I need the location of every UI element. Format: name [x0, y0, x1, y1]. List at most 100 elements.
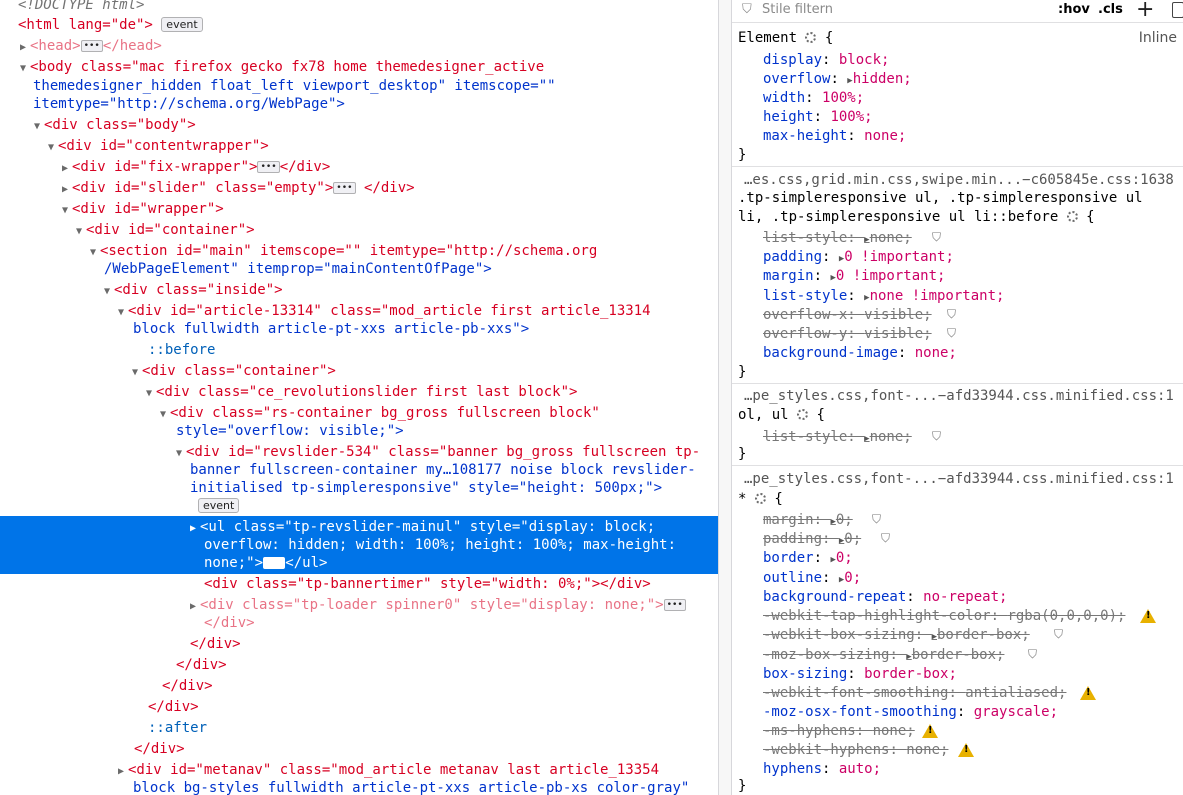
filter-rules-icon[interactable]: ⛉ — [881, 531, 890, 546]
metanav-node[interactable]: ▶ <div id="metanav" class="mod_article me… — [118, 761, 718, 780]
expand-triangle-icon[interactable]: ▶ — [118, 762, 128, 781]
div-body-node[interactable]: ▼ <div class="body"> — [34, 116, 718, 135]
collapse-triangle-icon[interactable]: ▼ — [76, 222, 86, 241]
html-node[interactable]: <html lang="de"> event — [18, 16, 718, 35]
r1-prop-overflow-y[interactable]: overflow-y: visible; — [763, 325, 1183, 344]
ellipsis-icon[interactable]: ••• — [257, 161, 280, 173]
el-prop-max-height[interactable]: max-height: none; — [763, 127, 1183, 146]
r3-prop-box-sizing[interactable]: box-sizing: border-box; — [763, 665, 1183, 684]
collapse-triangle-icon[interactable]: ▼ — [104, 282, 114, 301]
r3-prop-ms-hyphens[interactable]: -ms-hyphens: none; — [763, 722, 1183, 741]
stylesheet-source-link[interactable]: …pe_styles.css,font-...−afd33944.css.min… — [744, 471, 1174, 487]
collapse-triangle-icon[interactable]: ▼ — [160, 405, 170, 424]
r1-prop-list-style[interactable]: list-style: ▶none !important; — [763, 287, 1183, 306]
collapse-triangle-icon[interactable]: ▼ — [62, 201, 72, 220]
r3-prop-margin[interactable]: margin: ▶0; — [763, 511, 1183, 530]
ellipsis-icon[interactable]: ••• — [80, 40, 103, 52]
bannertimer-node[interactable]: <div class="tp-bannertimer" style="width… — [204, 575, 718, 594]
collapse-triangle-icon[interactable]: ▼ — [20, 59, 30, 78]
gear-icon[interactable] — [805, 32, 817, 43]
r3-prop-webkit-box-sizing[interactable]: -webkit-box-sizing: ▶border-box; — [763, 626, 1183, 645]
r1-prop-list-style-overridden[interactable]: list-style: ▶none; — [763, 229, 1183, 248]
ellipsis-icon[interactable]: ••• — [333, 182, 356, 194]
wrapper-node[interactable]: ▼ <div id="wrapper"> — [62, 200, 718, 219]
collapse-triangle-icon[interactable]: ▼ — [48, 138, 58, 157]
gear-icon[interactable] — [797, 409, 809, 420]
r1-prop-background-image[interactable]: background-image: none; — [763, 344, 1183, 363]
rs-container-node[interactable]: ▼ <div class="rs-container bg_gross fulls… — [160, 404, 718, 423]
warning-icon[interactable] — [1140, 609, 1156, 623]
rules-view[interactable]: ⛉ Stile filtern :hov .cls + Element { In… — [732, 0, 1183, 795]
event-badge[interactable]: event — [161, 17, 203, 32]
gear-icon[interactable] — [754, 493, 766, 504]
r1-prop-margin[interactable]: margin: ▶0 !important; — [763, 267, 1183, 286]
r3-prop-webkit-tap-highlight[interactable]: -webkit-tap-highlight-color: rgba(0,0,0,… — [763, 607, 1183, 626]
revslider-node[interactable]: ▼ <div id="revslider-534" class="banner b… — [176, 443, 718, 462]
el-prop-width[interactable]: width: 100%; — [763, 89, 1183, 108]
rule1-source[interactable]: …es.css,grid.min.css,swipe.min...−c60584… — [744, 171, 1183, 190]
r3-prop-moz-osx-font-smoothing[interactable]: -moz-osx-font-smoothing: grayscale; — [763, 703, 1183, 722]
article-node[interactable]: ▼ <div id="article-13314" class="mod_arti… — [118, 302, 718, 321]
container2-node[interactable]: ▼ <div class="container"> — [132, 362, 718, 381]
warning-icon[interactable] — [922, 724, 938, 738]
filter-rules-icon[interactable]: ⛉ — [932, 230, 941, 245]
loader-node[interactable]: ▶ <div class="tp-loader spinner0" style="… — [190, 596, 718, 615]
event-badge[interactable]: event — [198, 498, 240, 513]
section-node[interactable]: ▼ <section id="main" itemscope="" itemtyp… — [90, 242, 718, 261]
hov-toggle-button[interactable]: :hov — [1058, 2, 1090, 17]
markup-scrollbar[interactable] — [719, 0, 731, 795]
r3-prop-background-repeat[interactable]: background-repeat: no-repeat; — [763, 588, 1183, 607]
r1-prop-overflow-x[interactable]: overflow-x: visible; — [763, 306, 1183, 325]
before-pseudo-node[interactable]: ::before — [148, 341, 718, 360]
revslider-ce-node[interactable]: ▼ <div class="ce_revolutionslider first l… — [146, 383, 718, 402]
collapse-triangle-icon[interactable]: ▼ — [90, 243, 100, 262]
el-prop-height[interactable]: height: 100%; — [763, 108, 1183, 127]
filter-rules-icon[interactable]: ⛉ — [947, 307, 956, 322]
contentwrapper-node[interactable]: ▼ <div id="contentwrapper"> — [48, 137, 718, 156]
r3-prop-webkit-font-smoothing[interactable]: -webkit-font-smoothing: antialiased; — [763, 684, 1183, 703]
markup-view[interactable]: <!DOCTYPE html> <html lang="de"> event ▶… — [0, 0, 718, 795]
expand-triangle-icon[interactable]: ▶ — [62, 159, 72, 178]
rule3-source[interactable]: …pe_styles.css,font-...−afd33944.css.min… — [744, 470, 1183, 489]
r3-prop-outline[interactable]: outline: ▶0; — [763, 569, 1183, 588]
r3-prop-border[interactable]: border: ▶0; — [763, 549, 1183, 568]
warning-icon[interactable] — [958, 743, 974, 757]
filter-rules-icon[interactable]: ⛉ — [947, 326, 956, 341]
add-rule-icon[interactable]: + — [1136, 0, 1154, 22]
after-pseudo-node[interactable]: ::after — [148, 719, 718, 738]
fixwrapper-node[interactable]: ▶ <div id="fix-wrapper"> ••• </div> — [62, 158, 718, 177]
expand-triangle-icon[interactable]: ▶ — [190, 519, 200, 538]
r1-prop-padding[interactable]: padding: ▶0 !important; — [763, 248, 1183, 267]
warning-icon[interactable] — [1080, 686, 1096, 700]
expand-triangle-icon[interactable]: ▶ — [20, 38, 30, 57]
doctype-node[interactable]: <!DOCTYPE html> — [18, 0, 718, 15]
collapse-triangle-icon[interactable]: ▼ — [176, 444, 186, 463]
ul-node[interactable]: ▶ <ul class="tp-revslider-mainul" style="… — [190, 518, 718, 537]
r3-prop-padding[interactable]: padding: ▶0; — [763, 530, 1183, 549]
ellipsis-icon[interactable]: ••• — [263, 557, 286, 569]
container-node[interactable]: ▼ <div id="container"> — [76, 221, 718, 240]
head-node[interactable]: ▶ <head> ••• </head> — [20, 37, 718, 56]
collapse-triangle-icon[interactable]: ▼ — [118, 303, 128, 322]
rule2-source[interactable]: …pe_styles.css,font-...−afd33944.css.min… — [744, 387, 1183, 406]
collapse-triangle-icon[interactable]: ▼ — [34, 117, 44, 136]
collapse-triangle-icon[interactable]: ▼ — [146, 384, 156, 403]
filter-rules-icon[interactable]: ⛉ — [872, 512, 881, 527]
slider-node[interactable]: ▶ <div id="slider" class="empty"> ••• </di… — [62, 179, 718, 198]
filter-styles-input[interactable]: Stile filtern — [762, 2, 833, 17]
gear-icon[interactable] — [1066, 211, 1078, 222]
stylesheet-source-link[interactable]: …es.css,grid.min.css,swipe.min...−c60584… — [744, 172, 1174, 188]
stylesheet-source-link[interactable]: …pe_styles.css,font-...−afd33944.css.min… — [744, 388, 1174, 404]
cls-toggle-button[interactable]: .cls — [1098, 2, 1123, 17]
filter-rules-icon[interactable]: ⛉ — [1054, 627, 1063, 642]
expand-triangle-icon[interactable]: ▶ — [62, 180, 72, 199]
filter-rules-icon[interactable]: ⛉ — [932, 429, 941, 444]
expand-triangle-icon[interactable]: ▶ — [190, 597, 200, 616]
r3-prop-moz-box-sizing[interactable]: -moz-box-sizing: ▶border-box; — [763, 646, 1183, 665]
body-node[interactable]: ▼ <body class="mac firefox gecko fx78 hom… — [20, 58, 718, 77]
filter-rules-icon[interactable]: ⛉ — [1028, 647, 1037, 662]
print-simulation-icon[interactable] — [1172, 2, 1183, 18]
inside-node[interactable]: ▼ <div class="inside"> — [104, 281, 718, 300]
el-prop-display[interactable]: display: block; — [763, 51, 1183, 70]
collapse-triangle-icon[interactable]: ▼ — [132, 363, 142, 382]
